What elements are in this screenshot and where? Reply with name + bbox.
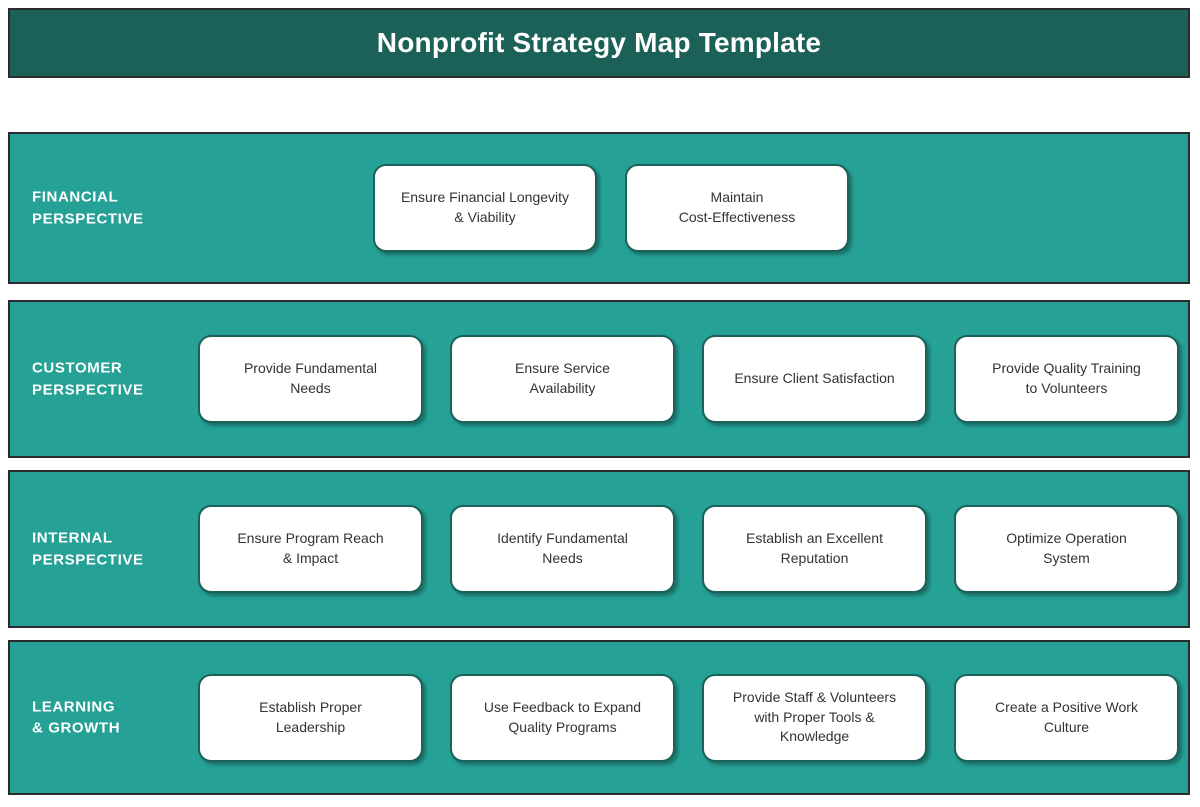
strategy-map-canvas: Nonprofit Strategy Map Template FINANCIA… — [0, 0, 1200, 807]
objective-card[interactable]: Ensure Financial Longevity & Viability — [373, 164, 597, 252]
objective-card[interactable]: Establish an Excellent Reputation — [702, 505, 927, 593]
perspective-label-internal: INTERNAL PERSPECTIVE — [32, 529, 144, 568]
objective-card[interactable]: Provide Quality Training to Volunteers — [954, 335, 1179, 423]
objective-card-group-financial: Ensure Financial Longevity & Viability M… — [373, 164, 849, 252]
objective-card[interactable]: Ensure Service Availability — [450, 335, 675, 423]
page-title: Nonprofit Strategy Map Template — [376, 26, 822, 58]
objective-card[interactable]: Maintain Cost-Effectiveness — [625, 164, 849, 252]
perspective-label-financial: FINANCIAL PERSPECTIVE — [32, 188, 144, 227]
objective-card[interactable]: Ensure Program Reach & Impact — [198, 505, 423, 593]
objective-card-group-customer: Provide Fundamental Needs Ensure Service… — [198, 335, 1179, 423]
perspective-row-learning: LEARNING & GROWTH Establish Proper Leade… — [8, 640, 1190, 795]
objective-card-group-internal: Ensure Program Reach & Impact Identify F… — [198, 505, 1179, 593]
objective-card[interactable]: Optimize Operation System — [954, 505, 1179, 593]
perspective-label-learning: LEARNING & GROWTH — [32, 697, 121, 737]
objective-card[interactable]: Provide Fundamental Needs — [198, 335, 423, 423]
objective-card-group-learning: Establish Proper Leadership Use Feedback… — [198, 673, 1179, 762]
perspective-row-internal: INTERNAL PERSPECTIVE Ensure Program Reac… — [8, 470, 1190, 628]
objective-card[interactable]: Ensure Client Satisfaction — [702, 335, 927, 423]
objective-card[interactable]: Use Feedback to Expand Quality Programs — [450, 673, 675, 762]
title-banner: Nonprofit Strategy Map Template — [8, 8, 1190, 78]
perspective-row-customer: CUSTOMER PERSPECTIVE Provide Fundamental… — [8, 300, 1190, 458]
objective-card[interactable]: Establish Proper Leadership — [198, 673, 423, 762]
perspective-label-customer: CUSTOMER PERSPECTIVE — [32, 359, 144, 398]
objective-card[interactable]: Provide Staff & Volunteers with Proper T… — [702, 673, 927, 762]
objective-card[interactable]: Identify Fundamental Needs — [450, 505, 675, 593]
perspective-row-financial: FINANCIAL PERSPECTIVE Ensure Financial L… — [8, 132, 1190, 284]
objective-card[interactable]: Create a Positive Work Culture — [954, 673, 1179, 762]
